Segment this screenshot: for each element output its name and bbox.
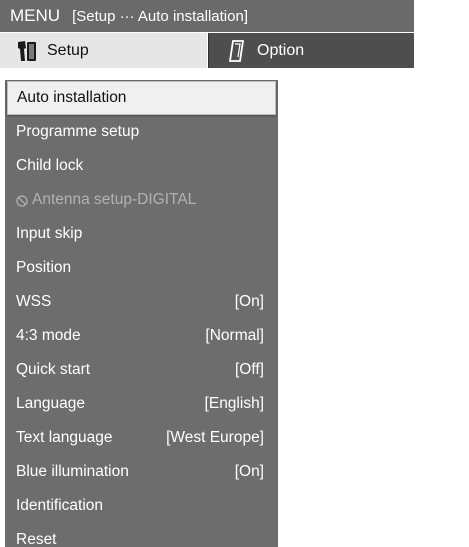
menu-item-text-language[interactable]: Text language [West Europe] bbox=[5, 421, 278, 455]
menu-item-blue-illumination[interactable]: Blue illumination [On] bbox=[5, 455, 278, 489]
menu-title-bar: MENU [Setup ··· Auto installation] bbox=[0, 0, 414, 32]
blue-illumination-value: [On] bbox=[234, 463, 264, 480]
menu-item-wss[interactable]: WSS [On] bbox=[5, 285, 278, 319]
option-icon bbox=[225, 39, 249, 63]
menu-item-quick-start[interactable]: Quick start [Off] bbox=[5, 353, 278, 387]
4-3-mode-value: [Normal] bbox=[205, 327, 264, 344]
tab-setup-label: Setup bbox=[47, 41, 89, 59]
tab-option-label: Option bbox=[257, 41, 305, 59]
menu-item-programme-setup[interactable]: Programme setup bbox=[5, 115, 278, 149]
tab-option[interactable]: Option bbox=[208, 33, 414, 68]
menu-item-position[interactable]: Position bbox=[5, 251, 278, 285]
prohibited-icon bbox=[16, 194, 28, 207]
text-language-value: [West Europe] bbox=[166, 429, 264, 446]
quick-start-value: [Off] bbox=[234, 361, 264, 378]
menu-item-label: Antenna setup-DIGITAL bbox=[32, 191, 197, 208]
menu-item-antenna-setup-digital: Antenna setup-DIGITAL bbox=[5, 183, 278, 217]
wss-value: [On] bbox=[234, 293, 264, 310]
menu-item-auto-installation[interactable]: Auto installation bbox=[7, 81, 276, 115]
menu-title: MENU bbox=[10, 6, 61, 25]
setup-menu-list: Auto installation Programme setup Child … bbox=[5, 80, 278, 547]
menu-item-child-lock[interactable]: Child lock bbox=[5, 149, 278, 183]
menu-breadcrumb: [Setup ··· Auto installation] bbox=[72, 8, 248, 25]
menu-item-identification[interactable]: Identification bbox=[5, 489, 278, 523]
menu-item-reset[interactable]: Reset bbox=[5, 523, 278, 547]
menu-item-language[interactable]: Language [English] bbox=[5, 387, 278, 421]
language-value: [English] bbox=[204, 395, 264, 412]
tab-setup[interactable]: Setup bbox=[0, 33, 207, 68]
setup-icon bbox=[15, 39, 39, 63]
menu-item-4-3-mode[interactable]: 4:3 mode [Normal] bbox=[5, 319, 278, 353]
menu-item-input-skip[interactable]: Input skip bbox=[5, 217, 278, 251]
